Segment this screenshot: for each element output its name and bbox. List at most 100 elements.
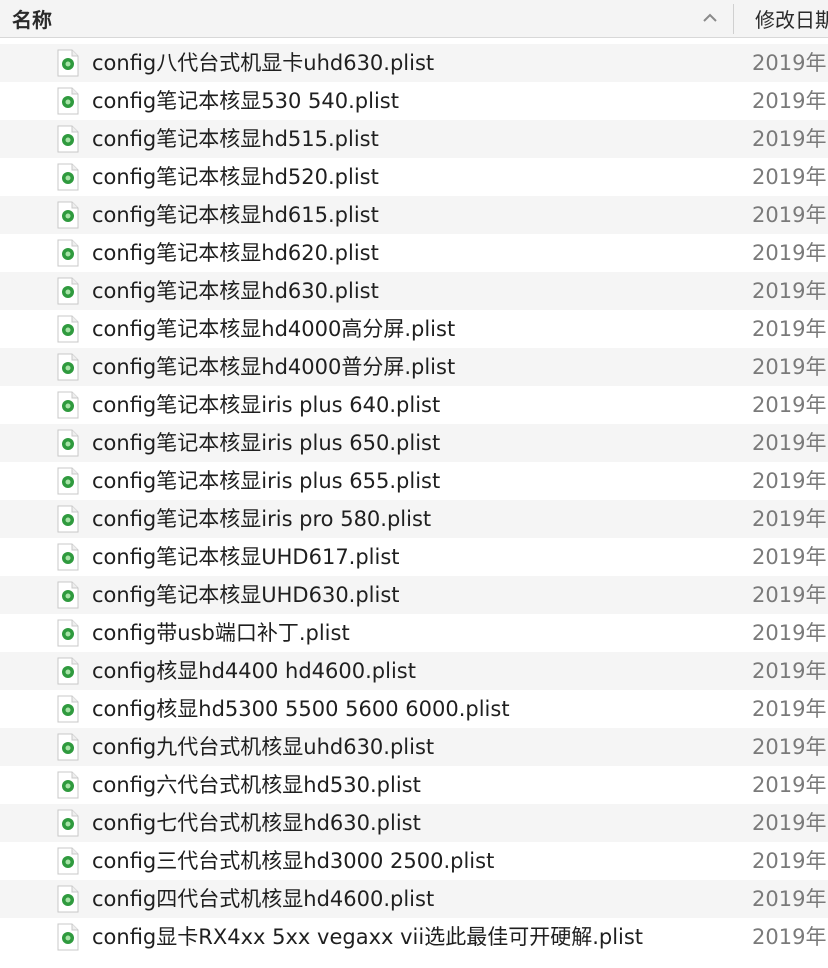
file-row[interactable]: config九代台式机核显uhd630.plist 2019年 <box>0 728 828 766</box>
file-date-modified: 2019年 <box>752 51 827 75</box>
file-row[interactable]: config笔记本核显530 540.plist 2019年 <box>0 82 828 120</box>
file-row[interactable]: config笔记本核显iris plus 650.plist 2019年 <box>0 424 828 462</box>
file-row[interactable]: config八代台式机显卡uhd630.plist 2019年 <box>0 44 828 82</box>
name-column-header[interactable]: 名称 <box>12 4 52 33</box>
date-modified-column-header[interactable]: 修改日期 <box>755 4 828 33</box>
plist-file-icon <box>56 885 80 913</box>
file-name: config笔记本核显hd520.plist <box>92 165 379 189</box>
file-row[interactable]: config三代台式机核显hd3000 2500.plist 2019年 <box>0 842 828 880</box>
file-row[interactable]: config带usb端口补丁.plist 2019年 <box>0 614 828 652</box>
plist-file-icon <box>56 49 80 77</box>
file-row[interactable]: config笔记本核显hd515.plist 2019年 <box>0 120 828 158</box>
file-row[interactable]: config笔记本核显hd630.plist 2019年 <box>0 272 828 310</box>
file-date-modified: 2019年 <box>752 849 827 873</box>
file-row[interactable]: config笔记本核显iris plus 640.plist 2019年 <box>0 386 828 424</box>
plist-file-icon <box>56 163 80 191</box>
file-name: config九代台式机核显uhd630.plist <box>92 735 435 759</box>
plist-file-icon <box>56 733 80 761</box>
plist-file-icon <box>56 771 80 799</box>
file-row[interactable]: config笔记本核显hd520.plist 2019年 <box>0 158 828 196</box>
file-row[interactable]: config笔记本核显iris plus 655.plist 2019年 <box>0 462 828 500</box>
file-name: config笔记本核显hd4000普分屏.plist <box>92 355 456 379</box>
plist-file-icon <box>56 315 80 343</box>
file-name: config笔记本核显iris plus 640.plist <box>92 393 441 417</box>
file-name: config笔记本核显hd615.plist <box>92 203 379 227</box>
file-row[interactable]: config笔记本核显UHD630.plist 2019年 <box>0 576 828 614</box>
file-date-modified: 2019年 <box>752 241 827 265</box>
file-name: config七代台式机核显hd630.plist <box>92 811 421 835</box>
file-row[interactable]: config笔记本核显hd4000高分屏.plist 2019年 <box>0 310 828 348</box>
file-date-modified: 2019年 <box>752 583 827 607</box>
file-name: config带usb端口补丁.plist <box>92 621 350 645</box>
plist-file-icon <box>56 277 80 305</box>
plist-file-icon <box>56 581 80 609</box>
file-name: config六代台式机核显hd530.plist <box>92 773 421 797</box>
file-name: config笔记本核显UHD617.plist <box>92 545 400 569</box>
file-row[interactable]: config笔记本核显hd4000普分屏.plist 2019年 <box>0 348 828 386</box>
file-name: config笔记本核显hd515.plist <box>92 127 379 151</box>
file-name: config核显hd4400 hd4600.plist <box>92 659 416 683</box>
file-date-modified: 2019年 <box>752 735 827 759</box>
file-date-modified: 2019年 <box>752 925 827 949</box>
plist-file-icon <box>56 391 80 419</box>
plist-file-icon <box>56 429 80 457</box>
plist-file-icon <box>56 505 80 533</box>
plist-file-icon <box>56 353 80 381</box>
plist-file-icon <box>56 923 80 951</box>
file-date-modified: 2019年 <box>752 659 827 683</box>
file-name: config八代台式机显卡uhd630.plist <box>92 51 435 75</box>
chevron-up-icon[interactable] <box>700 10 720 26</box>
file-date-modified: 2019年 <box>752 355 827 379</box>
file-name: config笔记本核显530 540.plist <box>92 89 399 113</box>
file-name: config笔记本核显iris plus 655.plist <box>92 469 441 493</box>
file-date-modified: 2019年 <box>752 507 827 531</box>
plist-file-icon <box>56 125 80 153</box>
file-date-modified: 2019年 <box>752 887 827 911</box>
plist-file-icon <box>56 543 80 571</box>
file-date-modified: 2019年 <box>752 811 827 835</box>
file-row[interactable]: config笔记本核显hd615.plist 2019年 <box>0 196 828 234</box>
file-date-modified: 2019年 <box>752 773 827 797</box>
file-name: config笔记本核显hd4000高分屏.plist <box>92 317 456 341</box>
plist-file-icon <box>56 695 80 723</box>
file-date-modified: 2019年 <box>752 621 827 645</box>
file-name: config核显hd5300 5500 5600 6000.plist <box>92 697 510 721</box>
plist-file-icon <box>56 201 80 229</box>
file-row[interactable]: config笔记本核显UHD617.plist 2019年 <box>0 538 828 576</box>
file-name: config笔记本核显iris pro 580.plist <box>92 507 432 531</box>
file-row[interactable]: config七代台式机核显hd630.plist 2019年 <box>0 804 828 842</box>
file-row[interactable]: config核显hd4400 hd4600.plist 2019年 <box>0 652 828 690</box>
file-date-modified: 2019年 <box>752 89 827 113</box>
file-name: config笔记本核显hd620.plist <box>92 241 379 265</box>
file-date-modified: 2019年 <box>752 393 827 417</box>
file-name: config三代台式机核显hd3000 2500.plist <box>92 849 495 873</box>
file-date-modified: 2019年 <box>752 697 827 721</box>
file-row[interactable]: config六代台式机核显hd530.plist 2019年 <box>0 766 828 804</box>
file-row[interactable]: config笔记本核显hd620.plist 2019年 <box>0 234 828 272</box>
file-date-modified: 2019年 <box>752 317 827 341</box>
plist-file-icon <box>56 847 80 875</box>
file-row[interactable]: config核显hd5300 5500 5600 6000.plist 2019年 <box>0 690 828 728</box>
plist-file-icon <box>56 619 80 647</box>
plist-file-icon <box>56 239 80 267</box>
file-row[interactable]: config笔记本核显iris pro 580.plist 2019年 <box>0 500 828 538</box>
file-list: config八代台式机显卡uhd630.plist 2019年 config笔记本核… <box>0 44 828 956</box>
file-name: config显卡RX4xx 5xx vegaxx vii选此最佳可开硬解.pli… <box>92 925 644 949</box>
file-date-modified: 2019年 <box>752 469 827 493</box>
file-date-modified: 2019年 <box>752 545 827 569</box>
file-name: config笔记本核显hd630.plist <box>92 279 379 303</box>
plist-file-icon <box>56 467 80 495</box>
file-row[interactable]: config显卡RX4xx 5xx vegaxx vii选此最佳可开硬解.pli… <box>0 918 828 956</box>
plist-file-icon <box>56 657 80 685</box>
column-divider[interactable] <box>733 4 734 34</box>
plist-file-icon <box>56 87 80 115</box>
plist-file-icon <box>56 809 80 837</box>
file-name: config笔记本核显iris plus 650.plist <box>92 431 441 455</box>
file-date-modified: 2019年 <box>752 203 827 227</box>
file-date-modified: 2019年 <box>752 431 827 455</box>
file-row[interactable]: config四代台式机核显hd4600.plist 2019年 <box>0 880 828 918</box>
file-name: config四代台式机核显hd4600.plist <box>92 887 435 911</box>
file-name: config笔记本核显UHD630.plist <box>92 583 400 607</box>
file-date-modified: 2019年 <box>752 165 827 189</box>
column-header: 名称 修改日期 <box>0 0 828 38</box>
